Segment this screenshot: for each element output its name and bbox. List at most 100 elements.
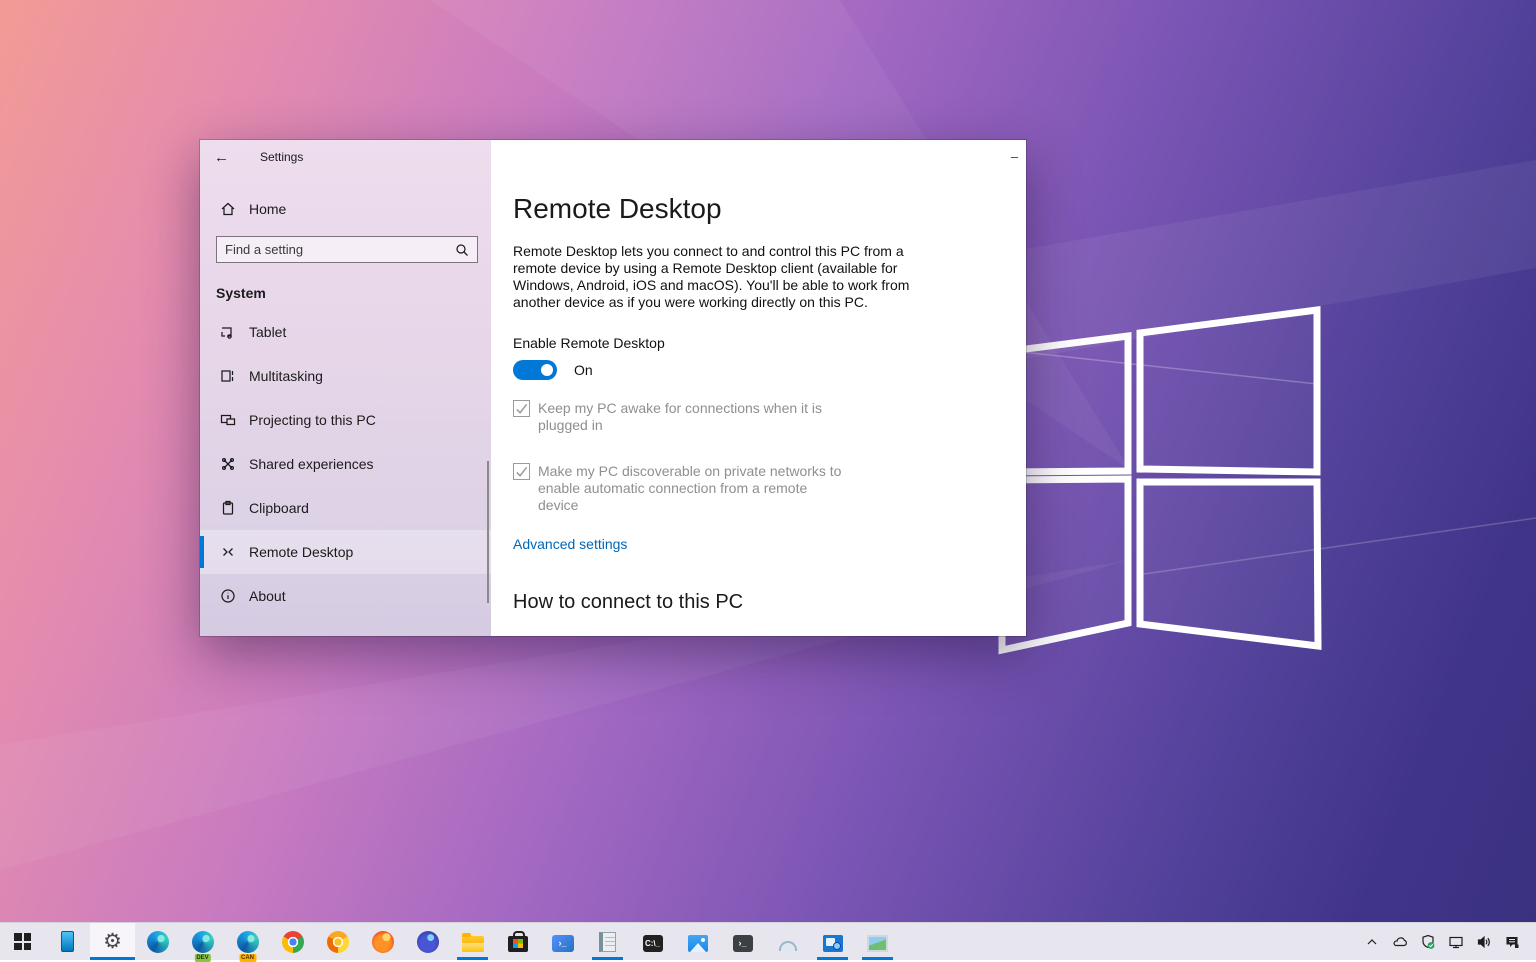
page-title: Remote Desktop	[513, 194, 1026, 224]
toggle-state-label: On	[574, 362, 593, 378]
system-tray	[1361, 923, 1536, 960]
edge-icon	[147, 931, 169, 953]
checkmark-icon	[514, 401, 529, 416]
taskbar-your-phone[interactable]	[45, 923, 90, 960]
windows-start-icon	[14, 933, 31, 950]
sidebar-item-multitasking[interactable]: Multitasking	[200, 354, 491, 398]
projecting-icon	[220, 412, 236, 428]
edge-dev-badge: DEV	[194, 954, 210, 962]
firefox-nightly-icon	[417, 931, 439, 953]
discoverable-row: Make my PC discoverable on private netwo…	[513, 463, 1026, 514]
taskbar-firefox[interactable]	[360, 923, 405, 960]
edge-canary-icon	[237, 931, 259, 953]
taskbar-edge-canary[interactable]: CAN	[225, 923, 270, 960]
taskbar-edge-dev[interactable]: DEV	[180, 923, 225, 960]
taskbar-command-prompt[interactable]: C:\_	[630, 923, 675, 960]
how-to-connect-heading: How to connect to this PC	[513, 591, 1026, 614]
settings-content: – ✕ Remote Desktop Remote Desktop lets y…	[491, 140, 1026, 636]
taskbar-powershell[interactable]: ›_	[540, 923, 585, 960]
sidebar-item-home[interactable]: Home	[200, 190, 491, 228]
taskbar-chrome[interactable]	[270, 923, 315, 960]
discoverable-label: Make my PC discoverable on private netwo…	[538, 463, 850, 514]
ear-trumpet-icon	[779, 941, 797, 951]
taskbar-firefox-nightly[interactable]	[405, 923, 450, 960]
microsoft-store-icon	[508, 936, 528, 952]
volume-icon[interactable]	[1473, 931, 1494, 952]
window-controls: – ✕	[992, 140, 1026, 172]
photos-icon	[688, 935, 708, 952]
sidebar-item-clipboard[interactable]: Clipboard	[200, 486, 491, 530]
hidden-icons-chevron[interactable]	[1361, 931, 1382, 952]
chrome-icon	[282, 931, 304, 953]
advanced-settings-link[interactable]: Advanced settings	[513, 536, 627, 552]
page-description: Remote Desktop lets you connect to and c…	[513, 243, 931, 311]
sidebar-section-system: System	[200, 285, 491, 301]
taskbar-file-explorer[interactable]	[450, 923, 495, 960]
your-phone-icon	[61, 931, 74, 952]
pc-name-label: Use this PC name to connect from your re…	[513, 635, 1026, 636]
clipboard-icon	[220, 500, 236, 516]
edge-dev-icon	[192, 931, 214, 953]
toggle-knob	[541, 364, 553, 376]
discoverable-checkbox[interactable]	[513, 463, 530, 480]
windows-terminal-icon: ›_	[733, 935, 753, 952]
taskbar-ear-trumpet[interactable]	[765, 923, 810, 960]
notepad-icon	[599, 932, 616, 952]
sidebar: ← Settings Home System Tablet	[200, 140, 491, 636]
chrome-canary-icon	[327, 931, 349, 953]
window-title: Settings	[260, 150, 303, 164]
home-icon	[220, 201, 236, 217]
sidebar-scrollbar[interactable]	[487, 461, 489, 603]
screen-capture-icon	[823, 935, 843, 952]
logo-pane-top-right	[1140, 310, 1317, 472]
action-center-icon[interactable]	[1501, 931, 1522, 952]
taskbar-windows-terminal[interactable]: ›_	[720, 923, 765, 960]
sidebar-item-label: Home	[249, 201, 286, 217]
keep-awake-checkbox[interactable]	[513, 400, 530, 417]
keep-awake-label: Keep my PC awake for connections when it…	[538, 400, 850, 435]
taskbar-chrome-canary[interactable]	[315, 923, 360, 960]
enable-remote-desktop-toggle[interactable]	[513, 360, 557, 380]
windows-security-icon[interactable]	[1417, 931, 1438, 952]
sidebar-item-tablet[interactable]: Tablet	[200, 310, 491, 354]
search-box	[216, 236, 478, 263]
back-button[interactable]: ←	[214, 149, 244, 166]
network-icon[interactable]	[1445, 931, 1466, 952]
taskbar-photos[interactable]	[675, 923, 720, 960]
about-icon	[220, 588, 236, 604]
settings-window: ← Settings Home System Tablet	[200, 140, 1026, 636]
file-explorer-icon	[462, 936, 484, 952]
search-icon[interactable]	[454, 242, 470, 263]
titlebar: ← Settings	[200, 140, 491, 174]
taskbar-screen-capture[interactable]	[810, 923, 855, 960]
checkmark-icon	[514, 464, 529, 479]
tablet-icon	[220, 324, 236, 340]
shared-experiences-icon	[220, 456, 236, 472]
taskbar-settings[interactable]: ⚙	[90, 923, 135, 960]
sidebar-item-about[interactable]: About	[200, 574, 491, 618]
taskbar-image-viewer[interactable]	[855, 923, 900, 960]
taskbar-edge[interactable]	[135, 923, 180, 960]
search-input[interactable]	[217, 242, 477, 257]
firefox-icon	[372, 931, 394, 953]
sidebar-item-remote-desktop[interactable]: Remote Desktop	[200, 530, 491, 574]
toggle-row: On	[513, 360, 1026, 380]
powershell-icon: ›_	[552, 935, 574, 952]
minimize-button[interactable]: –	[992, 140, 1026, 172]
multitasking-icon	[220, 368, 236, 384]
edge-canary-badge: CAN	[239, 954, 256, 962]
sidebar-nav: Tablet Multitasking Projecting to this P…	[200, 310, 491, 618]
taskbar-start-button[interactable]	[0, 923, 45, 960]
remote-desktop-icon	[220, 544, 236, 560]
command-prompt-icon: C:\_	[643, 935, 663, 952]
keep-awake-row: Keep my PC awake for connections when it…	[513, 400, 1026, 435]
taskbar-notepad[interactable]	[585, 923, 630, 960]
settings-gear-icon: ⚙	[102, 931, 124, 953]
taskbar: ⚙ DEV CAN ›_ C:\_ ›_	[0, 922, 1536, 960]
enable-remote-desktop-label: Enable Remote Desktop	[513, 335, 1026, 351]
image-viewer-icon	[867, 935, 888, 952]
onedrive-icon[interactable]	[1389, 931, 1410, 952]
sidebar-item-shared-experiences[interactable]: Shared experiences	[200, 442, 491, 486]
sidebar-item-projecting[interactable]: Projecting to this PC	[200, 398, 491, 442]
taskbar-microsoft-store[interactable]	[495, 923, 540, 960]
